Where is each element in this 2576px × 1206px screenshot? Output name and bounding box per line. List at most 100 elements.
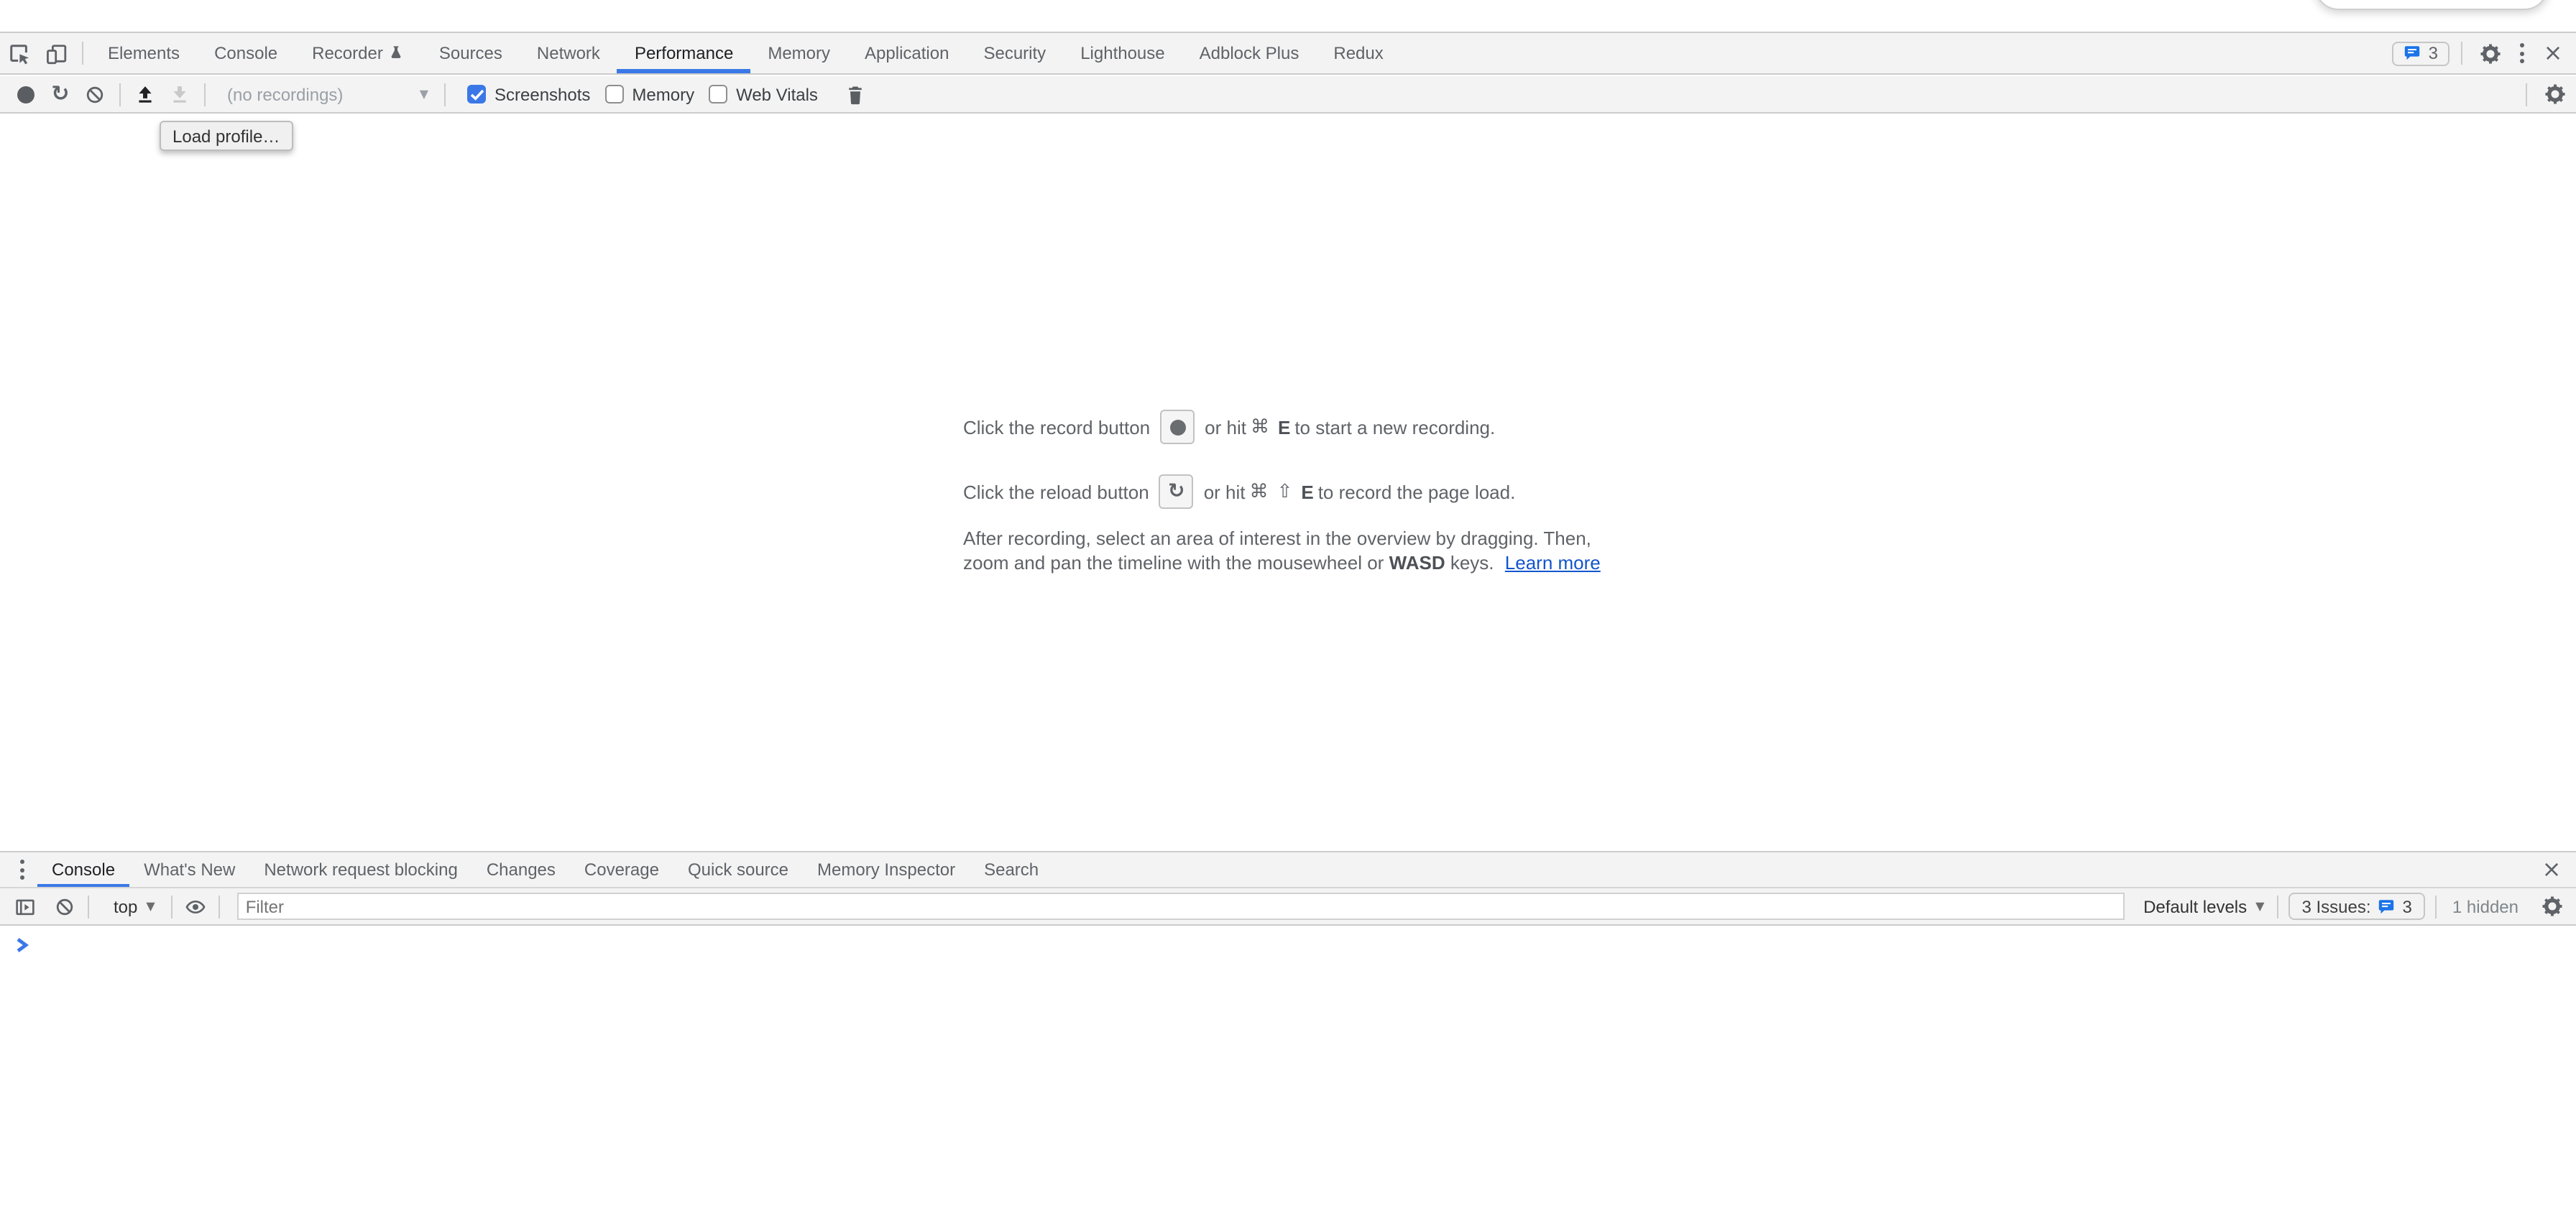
record-icon (1169, 419, 1185, 435)
close-devtools-button[interactable]: × (2537, 37, 2569, 69)
console-prompt-chevron-icon (16, 937, 29, 953)
main-tab-bar: Elements Console Recorder Sources Networ… (0, 32, 2576, 75)
drawer-tab-console[interactable]: Console (37, 852, 129, 887)
web-vitals-checkbox[interactable] (709, 85, 727, 103)
devtools-window: Elements Console Recorder Sources Networ… (0, 0, 2576, 1206)
save-profile-button[interactable] (162, 77, 197, 111)
close-icon: × (2542, 858, 2562, 881)
tab-elements[interactable]: Elements (91, 33, 197, 73)
gear-icon (2541, 896, 2562, 917)
drawer-tab-whats-new[interactable]: What's New (129, 852, 249, 887)
create-live-expression-button[interactable] (180, 890, 211, 922)
browser-popup-remnant (2314, 0, 2549, 10)
toolbar-divider (2277, 895, 2278, 918)
drawer-tab-network-request-blocking[interactable]: Network request blocking (249, 852, 472, 887)
memory-checkbox-group: Memory (604, 84, 694, 104)
tab-security[interactable]: Security (966, 33, 1063, 73)
toolbar-divider (444, 83, 446, 106)
console-sidebar-icon (14, 896, 35, 916)
console-filter-input[interactable] (237, 893, 2125, 920)
performance-toolbar-right (2518, 76, 2570, 112)
clear-recordings-button[interactable] (78, 77, 112, 111)
kebab-menu-icon (2519, 43, 2524, 63)
tab-adblock-plus[interactable]: Adblock Plus (1182, 33, 1317, 73)
tab-performance[interactable]: Performance (617, 33, 750, 73)
web-vitals-label[interactable]: Web Vitals (736, 84, 818, 104)
gear-icon (2544, 83, 2565, 105)
download-arrow-icon (170, 84, 190, 104)
settings-gear-button[interactable] (2474, 37, 2506, 69)
screenshots-label[interactable]: Screenshots (494, 84, 590, 104)
clear-console-button[interactable] (49, 890, 80, 922)
hidden-messages-count: 1 hidden (2452, 896, 2518, 916)
eye-icon (184, 896, 207, 916)
experiment-flask-icon (389, 45, 405, 62)
console-messages-area[interactable] (0, 927, 2576, 1206)
clear-icon (85, 84, 105, 104)
issues-chat-icon (2378, 898, 2396, 915)
toolbar-divider (2461, 42, 2462, 65)
tab-memory[interactable]: Memory (750, 33, 847, 73)
console-settings-gear-button[interactable] (2536, 890, 2567, 922)
more-options-menu-button[interactable] (2506, 37, 2537, 69)
learn-more-link[interactable]: Learn more (1505, 551, 1601, 573)
inline-record-button (1160, 410, 1195, 444)
drawer-tab-memory-inspector[interactable]: Memory Inspector (803, 852, 970, 887)
log-levels-select[interactable]: Default levels ▼ (2138, 896, 2270, 916)
tab-redux[interactable]: Redux (1316, 33, 1400, 73)
javascript-context-select[interactable]: top ▼ (105, 896, 164, 916)
tab-lighthouse[interactable]: Lighthouse (1063, 33, 1182, 73)
issues-counter-button[interactable]: 3 (2393, 41, 2450, 65)
usage-hint: After recording, select an area of inter… (963, 528, 1653, 575)
drawer-tab-changes[interactable]: Changes (472, 852, 570, 887)
capture-settings-gear-button[interactable] (2539, 78, 2570, 110)
close-icon: × (2544, 42, 2563, 65)
tab-sources[interactable]: Sources (422, 33, 520, 73)
drawer-tab-coverage[interactable]: Coverage (570, 852, 673, 887)
cmd-key-glyph: ⌘ (1251, 416, 1269, 438)
recordings-select[interactable]: (no recordings) ▼ (218, 84, 437, 104)
upload-arrow-icon (135, 84, 155, 104)
device-toolbar-button[interactable] (37, 33, 75, 73)
performance-empty-state: Click the record button or hit ⌘ E to st… (963, 410, 1653, 575)
reload-icon: ↻ (1168, 482, 1184, 502)
devtools-window-controls: 3 × (2393, 33, 2569, 73)
performance-toolbar: ↻ (no recordings) ▼ (0, 76, 2576, 114)
drawer-tab-quick-source[interactable]: Quick source (673, 852, 803, 887)
gear-icon (2479, 42, 2501, 64)
load-profile-tooltip: Load profile… (160, 121, 293, 151)
record-button[interactable] (9, 77, 43, 111)
tab-console[interactable]: Console (197, 33, 295, 73)
tab-network[interactable]: Network (520, 33, 617, 73)
record-icon (17, 86, 34, 103)
tab-recorder[interactable]: Recorder (295, 33, 422, 73)
usage-hint-line2: zoom and pan the timeline with the mouse… (963, 551, 1653, 575)
close-drawer-button[interactable]: × (2536, 854, 2567, 885)
cmd-key-glyph: ⌘ (1250, 481, 1269, 502)
panel-tabs: Elements Console Recorder Sources Networ… (91, 33, 1401, 73)
drawer-more-tabs-button[interactable] (6, 854, 37, 885)
drawer-tab-bar: Console What's New Network request block… (0, 851, 2576, 888)
load-profile-button[interactable] (128, 77, 162, 111)
memory-checkbox[interactable] (604, 85, 623, 103)
inline-reload-button: ↻ (1159, 474, 1194, 509)
record-instruction-row: Click the record button or hit ⌘ E to st… (963, 410, 1653, 444)
web-vitals-checkbox-group: Web Vitals (709, 84, 818, 104)
garbage-collect-button[interactable] (838, 77, 873, 111)
issues-button[interactable]: 3 Issues: 3 (2288, 893, 2424, 920)
toolbar-divider (119, 83, 121, 106)
console-sidebar-toggle-button[interactable] (9, 890, 40, 922)
console-toolbar: top ▼ Default levels ▼ 3 Issues: 3 (0, 888, 2576, 926)
screenshots-checkbox[interactable] (467, 85, 486, 103)
checkmark-icon (469, 88, 484, 100)
dropdown-arrow-icon: ▼ (2255, 900, 2264, 913)
inspect-element-button[interactable] (0, 33, 37, 73)
memory-label[interactable]: Memory (632, 84, 694, 104)
drawer-tab-search[interactable]: Search (970, 852, 1053, 887)
kebab-menu-icon (19, 860, 24, 880)
tab-application[interactable]: Application (847, 33, 966, 73)
reload-and-record-button[interactable]: ↻ (43, 77, 78, 111)
reload-instruction-row: Click the reload button ↻ or hit ⌘ ⇧ E t… (963, 474, 1653, 509)
toolbar-divider (204, 83, 206, 106)
device-toolbar-icon (45, 42, 67, 64)
